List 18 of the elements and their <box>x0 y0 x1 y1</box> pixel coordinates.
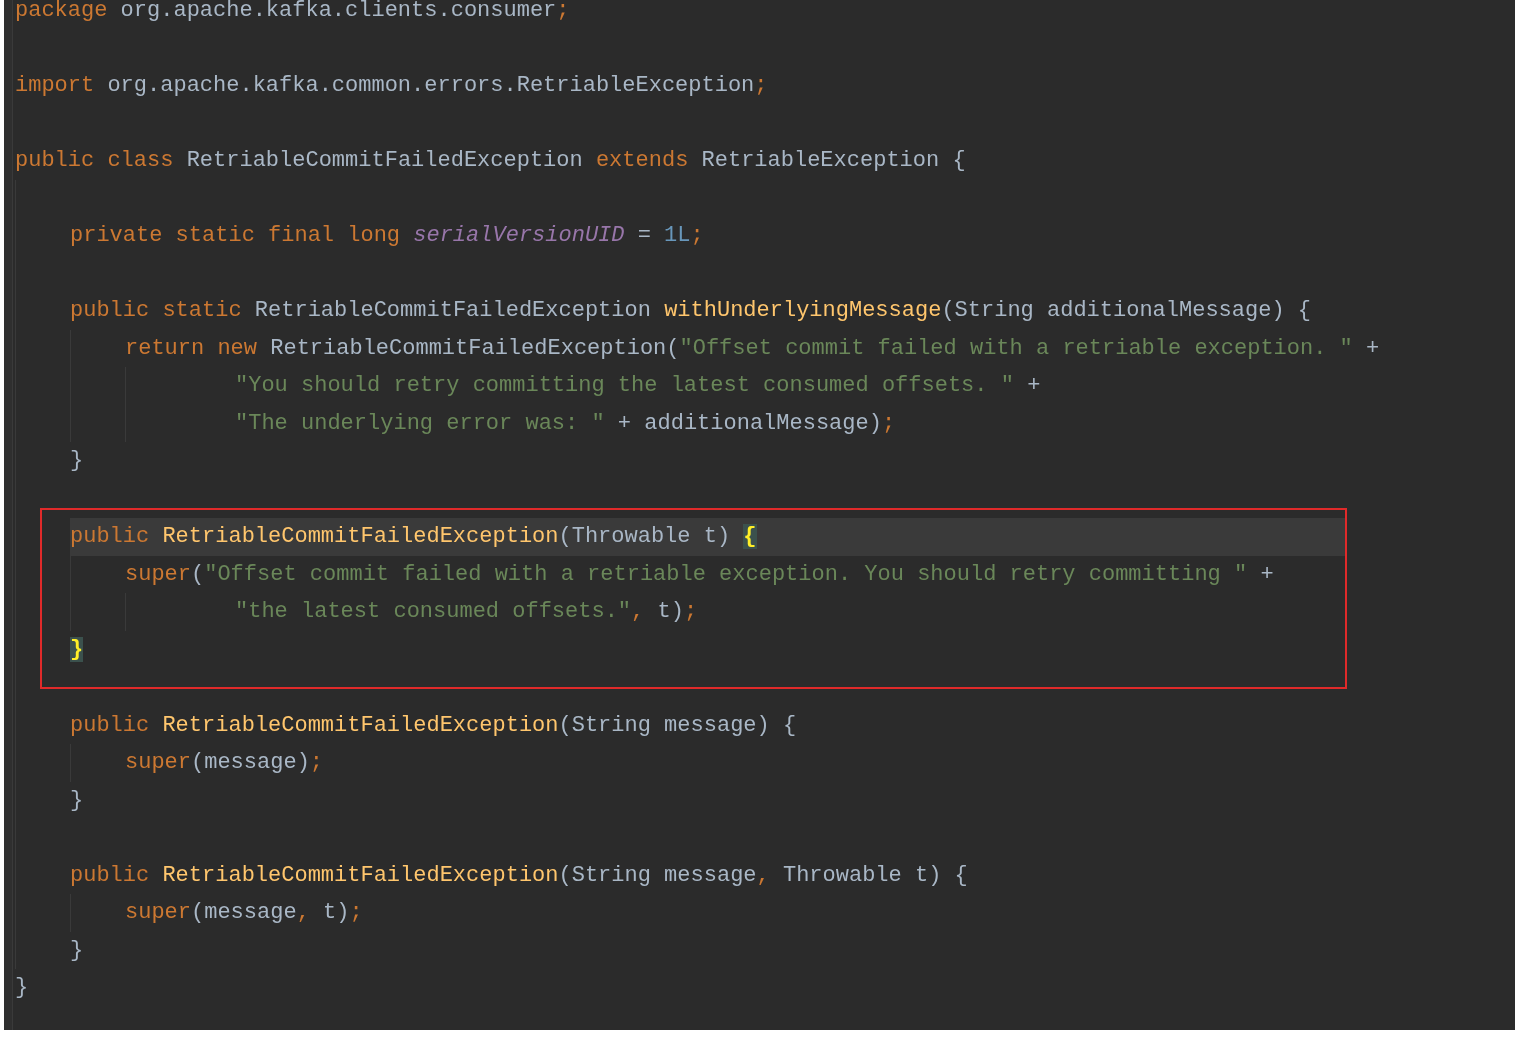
code-line: } <box>70 936 85 965</box>
code-line: public RetriableCommitFailedException(String message, Throwable t) { <box>70 861 969 890</box>
code-line: } <box>15 974 30 1002</box>
code-line: super(message, t); <box>125 899 364 927</box>
code-line: super("Offset commit failed with a retriable exception. You should retry committing " + <box>125 560 1275 589</box>
code-line: super(message); <box>125 749 325 777</box>
code-line: package org.apache.kafka.clients.consumer; <box>15 0 571 25</box>
code-line: "the latest consumed offsets.", t); <box>235 598 699 626</box>
code-line: } <box>70 786 85 815</box>
code-line: } <box>70 447 85 475</box>
code-line: private static final long serialVersionUID = 1L; <box>70 222 705 250</box>
code-line: public static RetriableCommitFailedException withUnderlyingMessage(String additionalMessage) { <box>70 297 1313 325</box>
code-line: import org.apache.kafka.common.errors.RetriableException; <box>15 72 769 100</box>
code-line: return new RetriableCommitFailedException("Offset commit failed with a retriable exception. " + <box>125 334 1381 363</box>
code-line: "The underlying error was: " + additionalMessage); <box>235 409 897 438</box>
code-line: public class RetriableCommitFailedException extends RetriableException { <box>15 147 967 175</box>
code-line: public RetriableCommitFailedException(String message) { <box>70 711 798 740</box>
code-line: "You should retry committing the latest consumed offsets. " + <box>235 372 1042 400</box>
